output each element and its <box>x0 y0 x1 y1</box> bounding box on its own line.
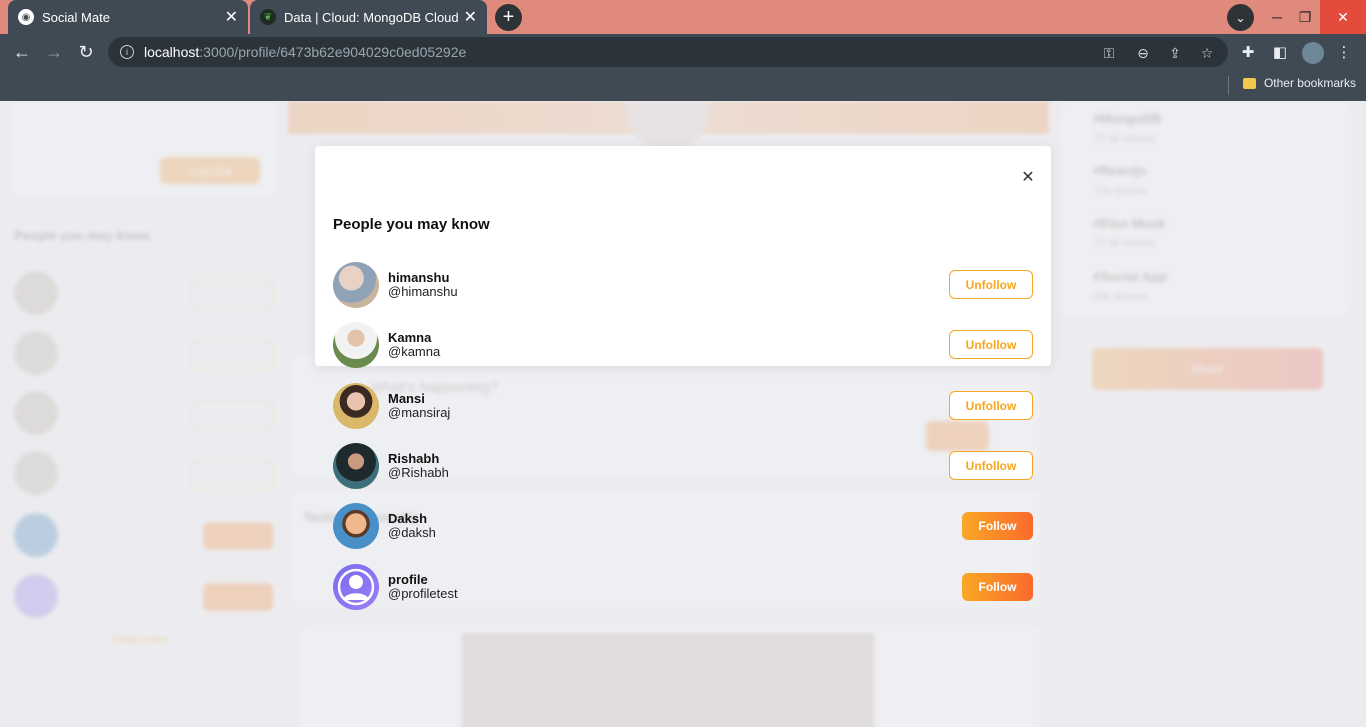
site-info-icon[interactable]: i <box>120 45 134 59</box>
address-bar[interactable]: i localhost:3000/profile/6473b62e904029c… <box>108 37 1228 67</box>
avatar <box>333 503 379 549</box>
url-text: localhost:3000/profile/6473b62e904029c0e… <box>144 44 467 60</box>
other-bookmarks-label: Other bookmarks <box>1263 76 1356 90</box>
tab-title: Data | Cloud: MongoDB Cloud <box>284 9 459 25</box>
back-icon[interactable]: ← <box>12 42 32 62</box>
reload-icon[interactable]: ↻ <box>76 42 96 62</box>
bookmarks-separator <box>1228 76 1229 95</box>
list-item: profile @profiletest Follow <box>333 564 1033 610</box>
tab-social-mate[interactable]: ◉ Social Mate ✕ <box>8 0 248 34</box>
restore-icon[interactable]: ❐ <box>1290 0 1320 34</box>
tab-mongodb[interactable]: ❦ Data | Cloud: MongoDB Cloud ✕ <box>250 0 487 34</box>
person-handle: @himanshu <box>388 284 458 299</box>
follow-button[interactable]: Follow <box>962 512 1033 540</box>
avatar <box>333 443 379 489</box>
other-bookmarks[interactable]: Other bookmarks <box>1242 76 1356 90</box>
close-icon[interactable]: ✕ <box>1019 168 1037 186</box>
folder-icon <box>1242 77 1256 89</box>
share-icon[interactable]: ⇪ <box>1166 44 1184 62</box>
list-item: Rishabh @Rishabh Unfollow <box>333 443 1033 489</box>
unfollow-button[interactable]: Unfollow <box>949 270 1033 299</box>
list-item: Mansi @mansiraj Unfollow <box>333 383 1033 429</box>
window-close-icon[interactable]: ✕ <box>1320 0 1366 34</box>
unfollow-button[interactable]: Unfollow <box>949 451 1033 480</box>
follow-button[interactable]: Follow <box>962 573 1033 601</box>
mongodb-leaf-icon: ❦ <box>260 9 276 25</box>
list-item: Kamna @kamna Unfollow <box>333 322 1033 368</box>
person-name: Mansi <box>388 391 425 406</box>
person-name: himanshu <box>388 270 450 285</box>
new-tab-button[interactable]: + <box>495 4 522 31</box>
avatar <box>333 383 379 429</box>
menu-kebab-icon[interactable]: ⋮ <box>1334 42 1354 62</box>
avatar <box>333 322 379 368</box>
side-panel-icon[interactable]: ◧ <box>1270 42 1290 62</box>
person-handle: @Rishabh <box>388 465 449 480</box>
browser-toolbar: ← → ↻ i localhost:3000/profile/6473b62e9… <box>0 34 1366 70</box>
tab-close-icon[interactable]: ✕ <box>464 7 477 27</box>
tab-title: Social Mate <box>42 9 110 25</box>
person-handle: @daksh <box>388 525 436 540</box>
person-handle: @kamna <box>388 344 441 359</box>
person-name: profile <box>388 572 428 587</box>
person-handle: @profiletest <box>388 586 458 601</box>
list-item: Daksh @daksh Follow <box>333 503 1033 549</box>
modal-title: People you may know <box>333 216 490 233</box>
avatar <box>333 262 379 308</box>
unfollow-button[interactable]: Unfollow <box>949 330 1033 359</box>
tab-close-icon[interactable]: ✕ <box>225 7 238 27</box>
profile-avatar[interactable] <box>1302 42 1324 64</box>
person-handle: @mansiraj <box>388 405 451 420</box>
bookmark-star-icon[interactable]: ☆ <box>1198 44 1216 62</box>
forward-icon[interactable]: → <box>44 42 64 62</box>
zoom-icon[interactable]: ⊖ <box>1134 44 1152 62</box>
person-name: Rishabh <box>388 451 440 466</box>
chrome-globe-icon: ◉ <box>18 9 34 25</box>
bookmarks-bar: Other bookmarks <box>0 70 1366 101</box>
list-item: himanshu @himanshu Unfollow <box>333 262 1033 308</box>
default-user-icon <box>333 564 379 610</box>
person-name: Daksh <box>388 511 428 526</box>
unfollow-button[interactable]: Unfollow <box>949 391 1033 420</box>
extensions-puzzle-icon[interactable]: ✚ <box>1238 42 1258 62</box>
password-key-icon[interactable]: ⚿ <box>1100 44 1118 62</box>
browser-tabbar: ◉ Social Mate ✕ ❦ Data | Cloud: MongoDB … <box>0 0 1366 34</box>
tab-search-chevron-icon[interactable]: ⌄ <box>1227 4 1254 31</box>
minimize-icon[interactable]: ─ <box>1262 0 1292 34</box>
person-name: Kamna <box>388 330 432 345</box>
